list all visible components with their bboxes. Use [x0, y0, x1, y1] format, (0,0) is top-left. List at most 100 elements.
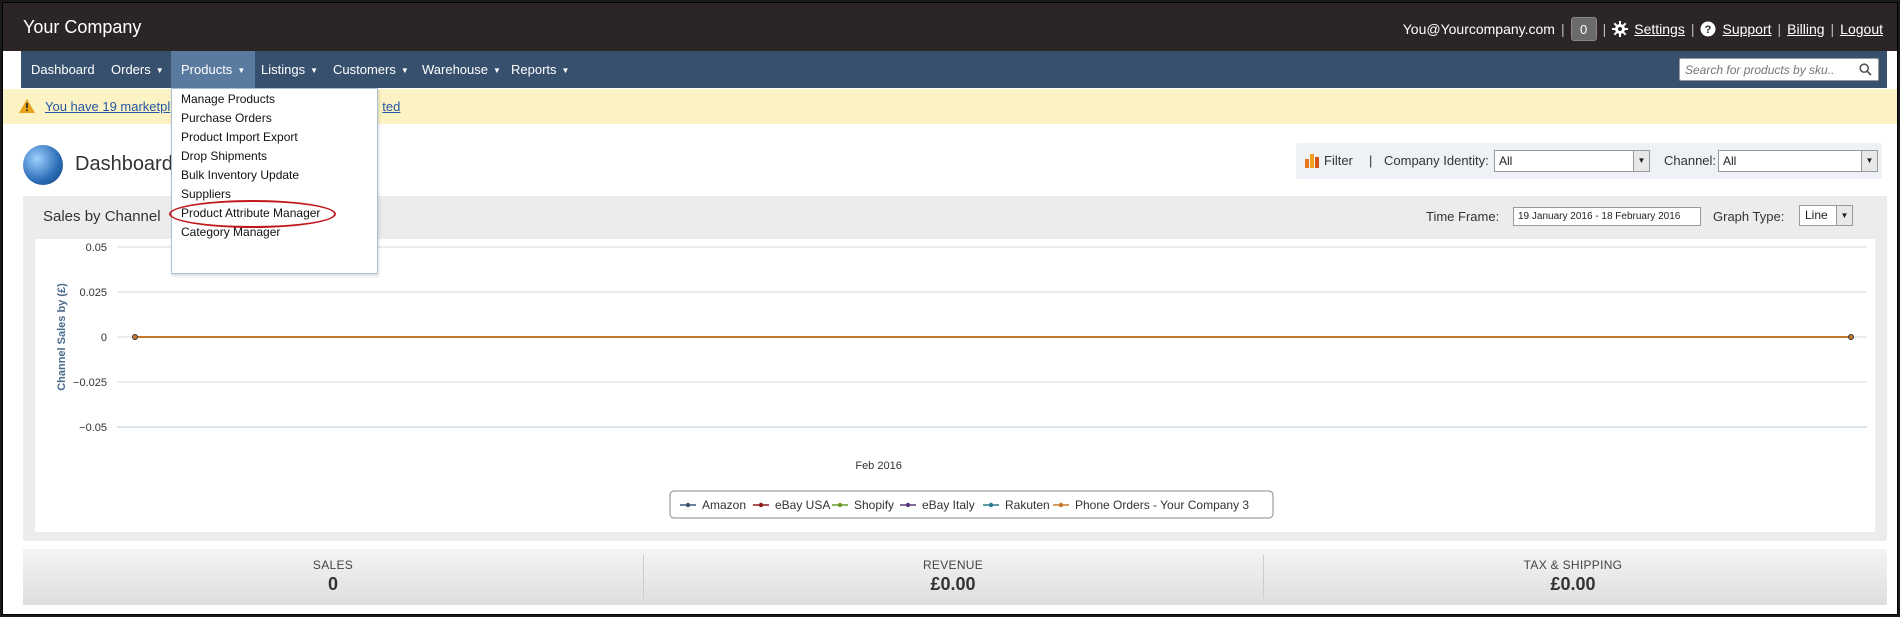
- menu-item-product-import-export[interactable]: Product Import Export: [181, 127, 298, 147]
- time-frame-label: Time Frame:: [1426, 209, 1500, 224]
- nav-dashboard[interactable]: Dashboard: [21, 51, 105, 88]
- company-identity-select[interactable]: All ▼: [1494, 150, 1650, 172]
- company-identity-label: Company Identity:: [1384, 153, 1489, 168]
- legend-marker-dot: [837, 502, 843, 508]
- legend-label: Amazon: [702, 498, 746, 512]
- nav-label: Listings: [261, 62, 306, 77]
- filter-bar: Filter | Company Identity: All ▼ Channel…: [1296, 143, 1882, 179]
- y-tick-label: −0.025: [73, 377, 107, 389]
- support-link[interactable]: Support: [1722, 21, 1771, 37]
- products-dropdown-menu: Manage Products Purchase Orders Product …: [169, 88, 378, 274]
- graph-type-label: Graph Type:: [1713, 209, 1785, 224]
- menu-item-manage-products[interactable]: Manage Products: [181, 89, 275, 109]
- settings-link[interactable]: Settings: [1634, 21, 1685, 37]
- sales-label: SALES: [312, 558, 354, 572]
- channel-select[interactable]: All ▼: [1718, 150, 1878, 172]
- svg-text:?: ?: [1705, 24, 1712, 36]
- search-input[interactable]: [1680, 59, 1850, 80]
- nav-label: Dashboard: [31, 62, 95, 77]
- menu-item-purchase-orders[interactable]: Purchase Orders: [181, 108, 272, 128]
- logout-link[interactable]: Logout: [1840, 21, 1883, 37]
- caret-down-icon: ▼: [310, 66, 318, 75]
- time-frame-input[interactable]: 19 January 2016 - 18 February 2016: [1513, 207, 1701, 226]
- nav-warehouse[interactable]: Warehouse ▼: [412, 51, 511, 88]
- globe-icon: [23, 145, 63, 185]
- revenue-value: £0.00: [930, 574, 976, 594]
- legend-label: Phone Orders - Your Company 3: [1075, 498, 1249, 512]
- tax-shipping-value: £0.00: [1550, 574, 1596, 594]
- summary-bar: SALES 0 REVENUE £0.00 TAX & SHIPPING £0.…: [23, 549, 1887, 605]
- legend-label: Rakuten: [1005, 498, 1050, 512]
- app-window: Your Company You@Yourcompany.com | 0 | S…: [2, 2, 1898, 615]
- menu-item-suppliers[interactable]: Suppliers: [181, 184, 231, 204]
- nav-reports[interactable]: Reports ▼: [501, 51, 579, 88]
- separator: |: [1369, 153, 1373, 168]
- alert-text-right: ted: [382, 99, 401, 114]
- nav-label: Reports: [511, 62, 557, 77]
- page-title: Dashboard: [75, 153, 173, 175]
- data-point: [1848, 334, 1854, 340]
- channel-value: All: [1723, 154, 1737, 168]
- sales-chart: 0.05 0.025 0 −0.025 −0.05 Channel Sales by (£…: [35, 239, 1875, 532]
- y-tick-label: 0.025: [79, 287, 107, 299]
- chevron-down-icon: ▼: [1836, 206, 1852, 225]
- caret-down-icon: ▼: [237, 66, 246, 75]
- main-nav: Dashboard Orders ▼ Products ▼ Listings ▼ Cu…: [21, 51, 1887, 88]
- caret-down-icon: ▼: [561, 66, 570, 75]
- revenue-label: REVENUE: [922, 558, 984, 572]
- brand-name[interactable]: Your Company: [23, 17, 141, 38]
- nav-label: Orders: [111, 62, 151, 77]
- separator: |: [1777, 21, 1782, 37]
- company-identity-value: All: [1499, 154, 1513, 168]
- x-tick-label: Feb 2016: [855, 460, 901, 472]
- gear-icon[interactable]: [1612, 21, 1629, 37]
- nav-products[interactable]: Products ▼: [171, 51, 256, 88]
- top-bar: Your Company You@Yourcompany.com | 0 | S…: [3, 3, 1897, 51]
- legend-label: Shopify: [854, 498, 894, 512]
- nav-label: Products: [181, 62, 233, 77]
- sales-stat: SALES 0: [23, 549, 643, 605]
- sales-value: 0: [327, 574, 338, 594]
- tax-shipping-stat: TAX & SHIPPING £0.00: [1263, 549, 1883, 605]
- graph-type-value: Line: [1805, 208, 1828, 222]
- caret-down-icon: ▼: [400, 66, 409, 75]
- legend-marker-dot: [1058, 502, 1064, 508]
- graph-type-select[interactable]: Line ▼: [1799, 205, 1853, 226]
- alert-text-left: You have 19 marketpl: [45, 99, 171, 114]
- nav-customers[interactable]: Customers ▼: [323, 51, 419, 88]
- nav-orders[interactable]: Orders ▼: [101, 51, 174, 88]
- menu-item-bulk-inventory-update[interactable]: Bulk Inventory Update: [181, 165, 299, 185]
- warning-icon: [19, 99, 35, 116]
- revenue-stat: REVENUE £0.00: [643, 549, 1263, 605]
- separator: |: [1830, 21, 1835, 37]
- search-icon[interactable]: [1859, 63, 1872, 79]
- panel-title: Sales by Channel: [43, 208, 161, 225]
- nav-listings[interactable]: Listings ▼: [251, 51, 328, 88]
- menu-item-category-manager[interactable]: Category Manager: [181, 222, 280, 242]
- legend-marker-dot: [685, 502, 691, 508]
- legend-label: eBay USA: [775, 498, 830, 512]
- billing-link[interactable]: Billing: [1787, 21, 1824, 37]
- notification-badge[interactable]: 0: [1570, 17, 1597, 41]
- data-point: [132, 334, 138, 340]
- separator: |: [1690, 21, 1695, 37]
- chevron-down-icon: ▼: [1633, 151, 1649, 171]
- nav-label: Customers: [333, 62, 396, 77]
- bar-chart-icon[interactable]: [1304, 152, 1320, 171]
- y-tick-label: −0.05: [79, 422, 107, 434]
- legend-label: eBay Italy: [922, 498, 975, 512]
- menu-item-drop-shipments[interactable]: Drop Shipments: [181, 146, 267, 166]
- channel-label: Channel:: [1664, 153, 1717, 168]
- filter-button[interactable]: Filter: [1324, 153, 1353, 168]
- legend-marker-dot: [905, 502, 911, 508]
- menu-item-product-attribute-manager[interactable]: Product Attribute Manager: [181, 203, 320, 223]
- chevron-down-icon: ▼: [1861, 151, 1877, 171]
- nav-label: Warehouse: [422, 62, 488, 77]
- help-icon[interactable]: ?: [1700, 21, 1716, 37]
- search-box: [1679, 58, 1879, 81]
- separator: |: [1602, 21, 1607, 37]
- y-tick-label: 0.05: [86, 242, 107, 254]
- legend-marker-dot: [988, 502, 994, 508]
- caret-down-icon: ▼: [155, 66, 164, 75]
- y-tick-label: 0: [101, 332, 107, 344]
